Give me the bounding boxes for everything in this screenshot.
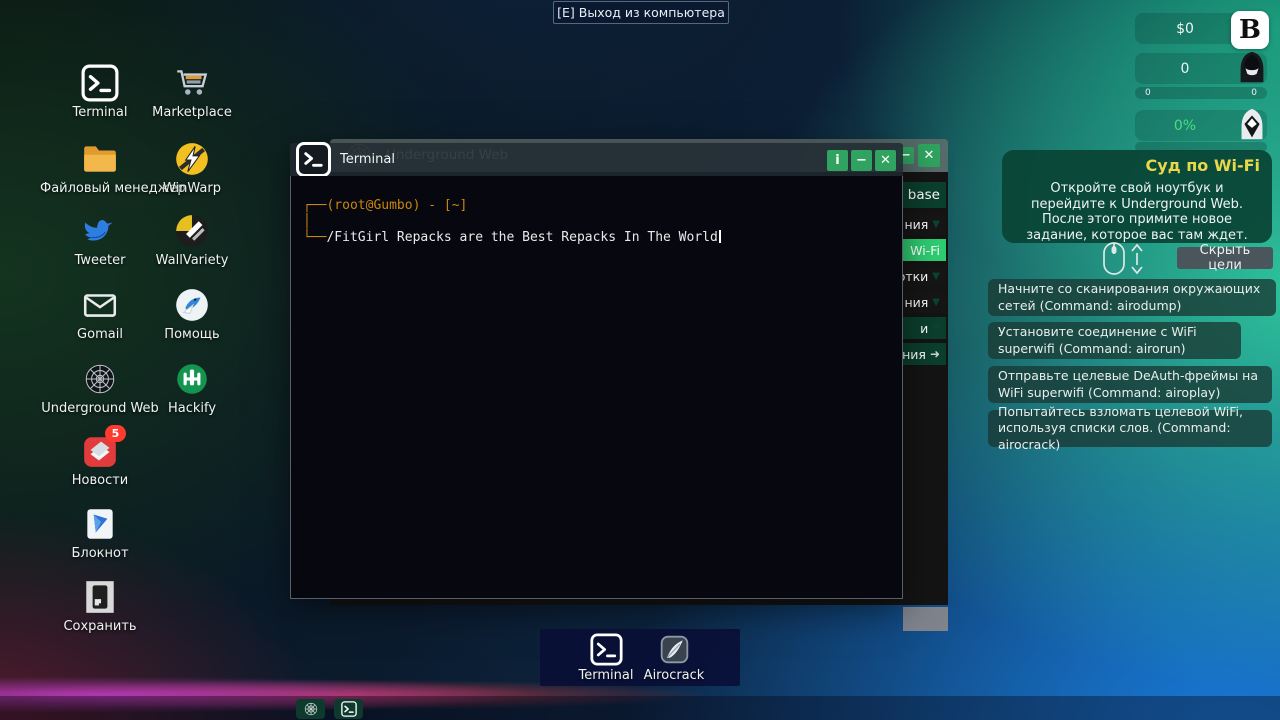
terminal-icon [590,633,623,666]
terminal-icon [296,142,331,177]
terminal-titlebar[interactable]: Terminal i − ✕ [290,143,903,176]
task-item: Начните со сканирования окружающих сетей… [988,279,1276,316]
task-item: Попытайтесь взломать целевой WiFi, испол… [988,410,1272,447]
minimize-button[interactable]: − [851,150,872,171]
desktop-icon-notepad[interactable]: Блокнот [40,505,160,561]
taskbar-item-underground-web[interactable] [296,699,325,719]
desktop-icon-wallvariety[interactable]: WallVariety [132,212,252,268]
desktop-icon-label: Новости [40,473,160,488]
desktop-icon-label: Сохранить [40,619,160,634]
hacker-hood-icon [1233,49,1271,87]
xp-left: 0 [1145,88,1151,98]
desktop-icon-label: Помощь [132,327,252,342]
money-value: $0 [1135,13,1235,44]
task-item: Установите соединение с WiFi superwifi (… [988,322,1241,359]
quest-panel: Суд по Wi-Fi Откройте свой ноутбук и пер… [1002,150,1272,243]
window-title: Terminal [340,152,395,167]
desktop-icon-marketplace[interactable]: Marketplace [132,64,252,120]
info-button[interactable]: i [827,150,848,171]
terminal-content[interactable]: ┌──(root@Gumbo) - [~]│└──/FitGirl Repack… [290,176,903,599]
dock-item-airocrack[interactable]: Airocrack [639,633,709,683]
news-badge: 5 [105,425,126,442]
quest-title: Суд по Wi-Fi [1014,156,1260,175]
dock-item-terminal[interactable]: Terminal [571,633,641,683]
taskbar [0,696,1280,720]
dock: Terminal Airocrack [540,629,740,686]
xp-right: 0 [1251,88,1257,98]
terminal-output: ┌──(root@Gumbo) - [~]│└──/FitGirl Repack… [303,198,721,246]
exit-computer-hint: [E] Выход из компьютера [553,1,729,24]
desktop-icon-label: WallVariety [132,253,252,268]
taskbar-item-terminal[interactable] [334,699,363,719]
feather-shield-icon [658,633,691,666]
desktop-icon-save[interactable]: Сохранить [40,578,160,634]
desktop-icon-label: Marketplace [132,105,252,120]
spiderweb-icon [81,360,119,398]
prompt-user: (root@Gumbo) - [~] [326,198,467,213]
text-cursor [719,230,721,243]
typed-command: /FitGirl Repacks are the Best Repacks In… [326,230,717,245]
arrow-right-icon: ➜ [930,347,940,361]
chevron-down-icon: ▼ [932,297,940,308]
close-button[interactable]: ✕ [875,150,896,171]
terminal-window: Terminal i − ✕ ┌──(root@Gumbo) - [~]│└──… [290,143,903,599]
skill-value: 0% [1135,110,1235,141]
desktop-icon-hackify[interactable]: Hackify [132,360,252,416]
bitcoin-icon: B [1231,11,1269,49]
mouse-scroll-icon [1098,241,1146,277]
help-bird-icon [173,286,211,324]
desktop-icon-label: Hackify [132,401,252,416]
terminal-icon [81,64,119,102]
desktop-icon-label: WinWarp [132,181,252,196]
uw-scrollbar[interactable] [903,607,948,631]
hide-goals-button[interactable]: Скрыть цели [1177,247,1273,269]
chevron-down-icon: ▼ [932,219,940,230]
lightning-icon [173,140,211,178]
quest-description: Откройте свой ноутбук и перейдите к Unde… [1014,181,1260,243]
hackify-icon [173,360,211,398]
dock-item-label: Airocrack [639,668,709,683]
bird-icon [81,212,119,250]
wallpaper-icon [173,212,211,250]
save-icon [81,578,119,616]
cart-icon [173,64,211,102]
chevron-down-icon: ▼ [932,271,940,282]
desktop-icon-winwarp[interactable]: WinWarp [132,140,252,196]
folder-icon [81,140,119,178]
task-item: Отправьте целевые DeAuth-фреймы на WiFi … [988,366,1272,403]
notepad-icon [81,505,119,543]
close-button[interactable]: ✕ [918,144,940,167]
desktop-icon-help[interactable]: Помощь [132,286,252,342]
chevron-down-icon: ▼ [932,323,940,334]
dock-item-label: Terminal [571,668,641,683]
crypto-value: 0 [1135,53,1235,84]
mask-icon [1233,106,1271,144]
desktop-icon-news[interactable]: 5 Новости [40,432,160,488]
xp-bar: 0 0 [1135,87,1267,99]
envelope-icon [81,286,119,324]
game-desktop: Terminal Marketplace Файловый менеджер W… [0,0,1280,720]
desktop-icon-label: Блокнот [40,546,160,561]
